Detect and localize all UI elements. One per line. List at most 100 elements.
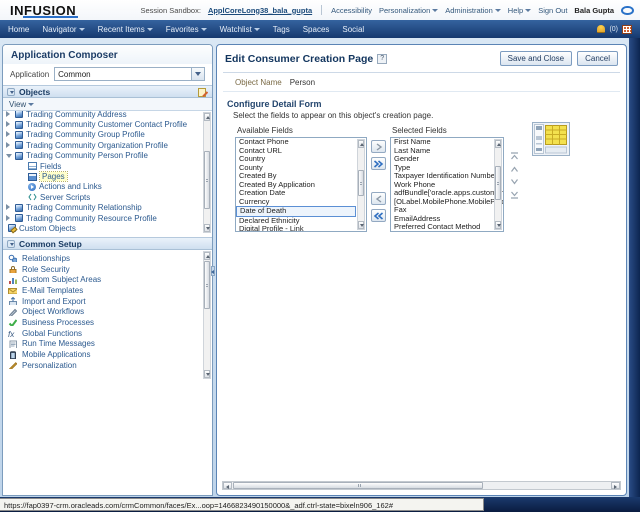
help-menu[interactable]: Help [508,6,531,15]
scroll-down-icon[interactable] [204,224,210,232]
list-item[interactable]: Role Security [8,264,200,275]
horizontal-scrollbar[interactable] [222,481,621,490]
selected-fields-list[interactable]: First Name Last Name Gender Type Taxpaye… [390,137,504,232]
scroll-down-icon[interactable] [495,221,501,229]
personalization-menu[interactable]: Personalization [379,6,438,15]
expand-icon[interactable] [6,120,12,129]
common-setup-header[interactable]: Common Setup [3,237,212,250]
collapse-icon[interactable] [7,240,15,248]
list-item[interactable]: Run Time Messages [8,339,200,350]
list-item[interactable]: adfBundle['oracle.apps.customerCenter.ap… [391,189,494,206]
scroll-up-icon[interactable] [358,140,364,148]
scroll-up-icon[interactable] [204,113,210,121]
nav-watchlist[interactable]: Watchlist [220,25,260,34]
nav-navigator[interactable]: Navigator [42,25,84,34]
scroll-up-icon[interactable] [204,252,210,260]
help-icon[interactable]: ? [377,54,387,64]
list-item[interactable]: Relationships [8,253,200,264]
list-item[interactable]: Custom Subject Areas [8,274,200,285]
save-and-close-button[interactable]: Save and Close [500,51,572,66]
nav-tags[interactable]: Tags [273,25,290,34]
accessibility-link[interactable]: Accessibility [331,6,372,15]
remove-all-button[interactable] [371,209,386,222]
expand-icon[interactable] [6,214,12,223]
chevron-down-icon [254,28,260,31]
move-selected-button[interactable] [371,140,386,153]
nav-recent-items[interactable]: Recent Items [98,25,153,34]
list-item[interactable]: Date of Birth [391,232,494,233]
list-item[interactable]: Digital Profile - Link [236,225,357,232]
sign-out-link[interactable]: Sign Out [538,6,567,15]
svg-text:fx: fx [8,330,15,337]
selected-list-scrollbar[interactable] [494,139,502,230]
nav-spaces[interactable]: Spaces [303,25,330,34]
scroll-right-icon[interactable] [611,482,620,489]
list-item[interactable]: Personalization [8,360,200,371]
new-object-icon[interactable] [198,87,208,97]
move-down-button[interactable] [510,178,519,186]
tree-item-selected[interactable]: Pages [6,171,202,181]
expand-icon[interactable] [6,203,12,212]
tree-item[interactable]: Trading Community Organization Profile [6,140,202,150]
tree-item[interactable]: Server Scripts [6,192,202,202]
collapse-icon[interactable] [7,88,15,96]
move-to-bottom-button[interactable] [510,191,519,199]
fields-icon [28,162,37,170]
scrollbar-thumb[interactable] [204,151,210,209]
scrollbar-thumb[interactable] [233,482,483,489]
available-fields-list[interactable]: Contact Phone Contact URL Country County… [235,137,367,232]
scrollbar-thumb[interactable] [204,261,210,309]
list-item[interactable]: Object Workflows [8,306,200,317]
scroll-down-icon[interactable] [358,221,364,229]
chat-bubble-icon[interactable] [621,6,634,15]
tree-item-label: Trading Community Address [26,111,127,119]
collapse-icon[interactable] [6,151,12,160]
tree-item[interactable]: Trading Community Relationship [6,203,202,213]
list-item[interactable]: fxGlobal Functions [8,328,200,339]
tree-item[interactable]: Trading Community Resource Profile [6,213,202,223]
nav-favorites[interactable]: Favorites [166,25,207,34]
tree-item[interactable]: Trading Community Person Profile [6,151,202,161]
objects-section-header[interactable]: Objects [3,85,212,98]
scrollbar-thumb[interactable] [495,166,501,200]
tree-item[interactable]: Actions and Links [6,182,202,192]
expand-icon[interactable] [6,111,12,119]
tree-item[interactable]: Trading Community Customer Contact Profi… [6,119,202,129]
application-select[interactable]: Common [54,67,205,81]
cancel-button[interactable]: Cancel [577,51,618,66]
scroll-up-icon[interactable] [495,140,501,148]
worklist-grid-icon[interactable] [622,25,632,34]
notifications-bell-icon[interactable] [597,25,605,33]
session-sandbox-link[interactable]: ApplCoreLong38_bala_gupta [208,6,312,15]
scroll-left-icon[interactable] [223,482,232,489]
administration-menu[interactable]: Administration [445,6,501,15]
expand-icon[interactable] [6,130,12,139]
move-to-top-button[interactable] [510,152,519,160]
tree-item[interactable]: Fields [6,161,202,171]
expand-icon[interactable] [6,141,12,150]
move-all-button[interactable] [371,157,386,170]
list-item[interactable]: Mobile Applications [8,349,200,360]
tree-item[interactable]: Trading Community Group Profile [6,130,202,140]
remove-selected-button[interactable] [371,192,386,205]
nav-home[interactable]: Home [8,25,29,34]
common-setup-scrollbar[interactable] [203,251,211,379]
move-up-button[interactable] [510,165,519,173]
chevron-down-icon[interactable] [191,68,204,80]
tree-item[interactable]: Custom Objects [6,223,202,233]
scrollbar-thumb[interactable] [358,170,364,196]
personalization-label: Personalization [379,6,430,15]
list-item[interactable]: Business Processes [8,317,200,328]
panel-collapse-handle[interactable] [211,266,215,276]
list-item-highlighted[interactable]: Date of Death [236,206,356,217]
scroll-down-icon[interactable] [204,370,210,378]
list-item[interactable]: Currency [236,198,357,207]
tree-item[interactable]: Trading Community Address [6,111,202,119]
list-item-label: Mobile Applications [22,350,90,359]
available-list-scrollbar[interactable] [357,139,365,230]
view-menu-button[interactable]: View [9,100,34,109]
list-item[interactable]: Import and Export [8,296,200,307]
nav-social[interactable]: Social [342,25,364,34]
tree-scrollbar[interactable] [203,112,211,233]
list-item[interactable]: E-Mail Templates [8,285,200,296]
